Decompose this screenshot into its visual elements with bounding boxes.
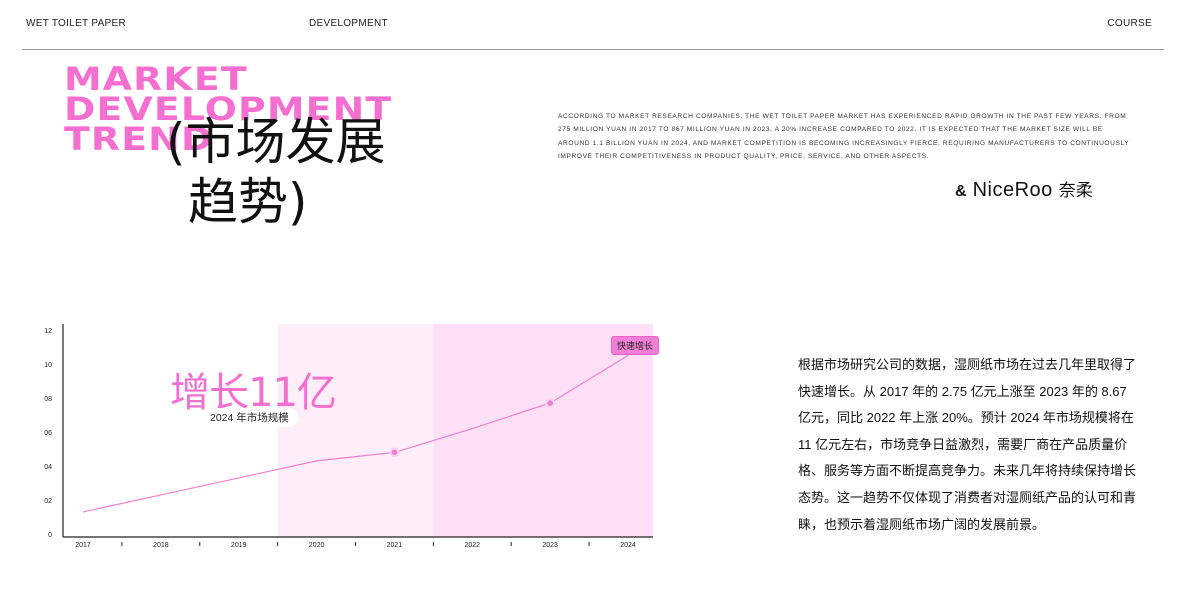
- y-tick-label: 10: [44, 362, 52, 369]
- x-tick-label: 2022: [464, 542, 480, 549]
- y-tick-label: 04: [44, 464, 52, 471]
- x-tick-label: 2020: [309, 542, 325, 549]
- data-point: [547, 400, 554, 407]
- body-paragraph-cn: 根据市场研究公司的数据，湿厕纸市场在过去几年里取得了快速增长。从 2017 年的…: [798, 357, 1137, 532]
- y-tick-label: 0: [48, 532, 52, 539]
- x-tick-label: 2021: [387, 542, 403, 549]
- market-size-pill: 2024 年市场规模: [200, 408, 299, 427]
- data-point: [391, 449, 398, 456]
- shaded-band-1: [277, 324, 434, 537]
- y-tick-label: 02: [44, 498, 52, 505]
- y-tick-label: 08: [44, 396, 52, 403]
- y-tick-label: 06: [44, 430, 52, 437]
- x-tick-label: 2024: [620, 542, 636, 549]
- rapid-growth-tag: 快速增长: [611, 336, 660, 355]
- y-tick-label: 12: [44, 328, 52, 335]
- x-tick-label: 2017: [75, 542, 91, 549]
- x-tick-label: 2023: [542, 542, 558, 549]
- x-tick-label: 2018: [153, 542, 169, 549]
- x-tick-label: 2019: [231, 542, 247, 549]
